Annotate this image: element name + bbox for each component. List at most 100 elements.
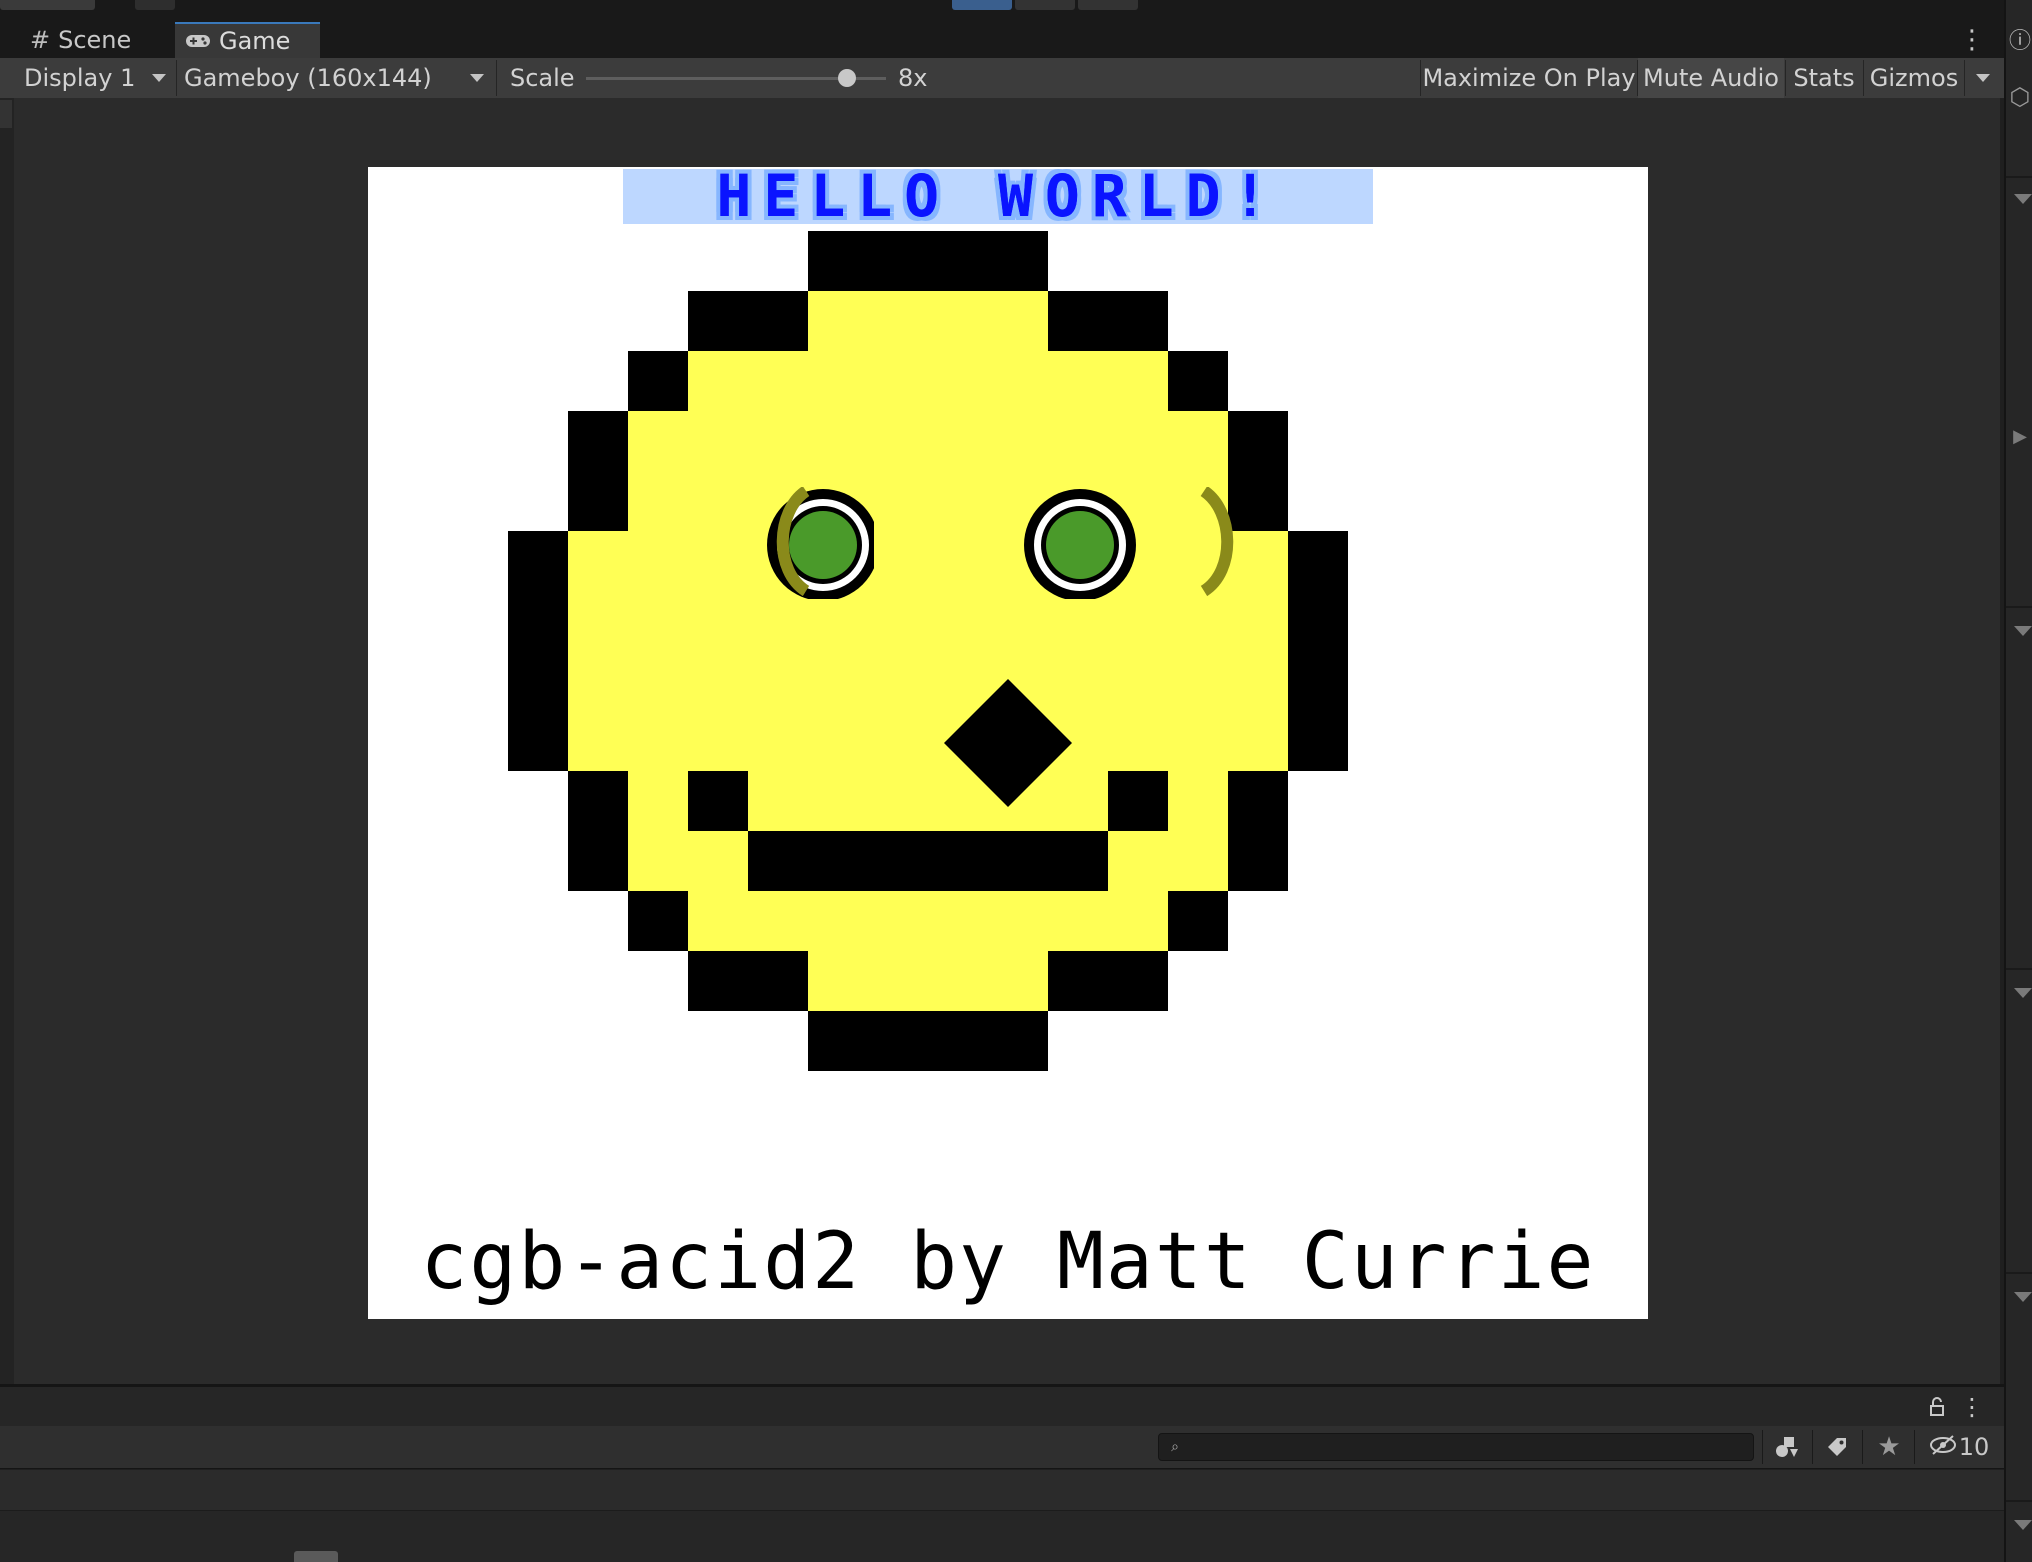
left-eyebrow: [776, 487, 810, 597]
maximize-on-play-toggle[interactable]: Maximize On Play: [1422, 58, 1636, 98]
lock-icon[interactable]: [1925, 1393, 1949, 1421]
gizmos-dropdown[interactable]: [1965, 58, 2001, 98]
face-outline-block: [808, 231, 1048, 291]
star-icon[interactable]: ★: [1872, 1432, 1906, 1462]
cube-icon[interactable]: ⬡: [2008, 80, 2032, 114]
face-outline-block: [1168, 351, 1228, 411]
play-button[interactable]: [952, 0, 1012, 10]
info-icon[interactable]: ⓘ: [2008, 24, 2032, 54]
face-fill-block: [628, 771, 688, 831]
face-outline-block: [1288, 711, 1348, 771]
step-button[interactable]: [1078, 0, 1138, 10]
hidden-objects-toggle[interactable]: 10: [1922, 1432, 1996, 1462]
face-fill-block: [688, 891, 1168, 951]
face-outline-block: [808, 1011, 1048, 1071]
face-fill-block: [628, 471, 1228, 531]
left-scroll-handle[interactable]: [0, 100, 12, 128]
face-outline-block: [508, 651, 568, 711]
filter-by-type-icon[interactable]: [1770, 1432, 1804, 1462]
credit-text: cgb-acid2 by Matt Currie: [420, 1217, 1596, 1307]
face-outline-block: [1168, 891, 1228, 951]
face-fill-block: [688, 351, 1168, 411]
right-dock-panel: ⓘ ⬡ ▶: [2004, 0, 2032, 1562]
face-outline-block: [1048, 951, 1168, 1011]
face-outline-block: [1048, 291, 1168, 351]
gizmos-toggle[interactable]: Gizmos: [1864, 58, 1964, 98]
collapse-arrow-icon[interactable]: [2014, 988, 2032, 998]
pause-button[interactable]: [1015, 0, 1075, 10]
more-options-icon[interactable]: ⋮: [1960, 1393, 1984, 1421]
face-outline-block: [1288, 531, 1348, 591]
collapse-arrow-icon[interactable]: [2014, 1292, 2032, 1302]
mute-audio-toggle[interactable]: Mute Audio: [1638, 58, 1784, 98]
face-fill-block: [568, 711, 1288, 771]
resolution-dropdown-value: Gameboy (160x144): [184, 64, 432, 92]
bottom-panel-header: ⋮: [0, 1384, 2004, 1429]
tab-bar: # Scene Game ⋮: [0, 20, 2004, 59]
face-fill-block: [568, 591, 1288, 651]
face-fill-block: [568, 651, 1288, 711]
face-outline-block: [688, 951, 808, 1011]
stats-toggle[interactable]: Stats: [1786, 58, 1862, 98]
hash-grid-icon: #: [30, 26, 51, 54]
strip-button-left[interactable]: [0, 0, 95, 10]
face-outline-block: [1228, 411, 1288, 471]
tag-icon[interactable]: [1820, 1432, 1854, 1462]
display-dropdown[interactable]: Display 1: [14, 58, 174, 98]
hierarchy-row: [0, 1470, 2004, 1511]
face-outline-block: [568, 411, 628, 471]
top-strip: [0, 0, 2032, 20]
display-dropdown-value: Display 1: [24, 64, 136, 92]
face-fill-block: [808, 291, 1048, 351]
chevron-down-icon: [152, 74, 166, 82]
face-fill-block: [628, 831, 748, 891]
face-outline-block: [568, 831, 628, 891]
mute-audio-label: Mute Audio: [1643, 64, 1779, 92]
scale-value: 8x: [898, 64, 928, 92]
hierarchy-toolbar: ⌕ ★ 10: [0, 1426, 2004, 1469]
search-input[interactable]: ⌕: [1158, 1433, 1754, 1461]
face-outline-block: [568, 771, 628, 831]
search-icon: ⌕: [1171, 1439, 1179, 1455]
face-outline-block: [1288, 651, 1348, 711]
face-outline-block: [508, 531, 568, 591]
face-outline-block: [568, 471, 628, 531]
chevron-down-icon: [470, 74, 484, 82]
resolution-dropdown[interactable]: Gameboy (160x144): [178, 58, 494, 98]
hidden-count: 10: [1958, 1433, 1990, 1461]
face-fill-block: [568, 531, 1288, 591]
collapse-arrow-icon[interactable]: [2014, 194, 2032, 204]
hello-world-title: HELLO WORLD!: [716, 161, 1280, 230]
nose: [944, 679, 1072, 807]
right-eyebrow: [1200, 487, 1234, 597]
tab-game-label: Game: [219, 27, 291, 55]
stats-label: Stats: [1793, 64, 1855, 92]
tab-game[interactable]: Game: [175, 22, 320, 58]
face-outline-block: [628, 351, 688, 411]
tab-scene-label: Scene: [58, 26, 132, 54]
scale-slider-thumb[interactable]: [838, 69, 856, 87]
face-outline-block: [748, 831, 1108, 891]
face-outline-block: [1288, 591, 1348, 651]
scale-label: Scale: [510, 64, 575, 92]
face-outline-block: [1228, 831, 1288, 891]
strip-button-2[interactable]: [135, 0, 175, 10]
expand-arrow-icon[interactable]: ▶: [2010, 424, 2030, 448]
tab-scene[interactable]: # Scene: [20, 22, 170, 58]
collapse-arrow-icon[interactable]: [2014, 626, 2032, 636]
face-fill-block: [808, 951, 1048, 1011]
maximize-on-play-label: Maximize On Play: [1422, 64, 1636, 92]
scroll-handle[interactable]: [294, 1551, 338, 1562]
collapse-arrow-icon[interactable]: [2014, 1520, 2032, 1530]
game-toolbar: Display 1 Gameboy (160x144) Scale 8x Max…: [0, 58, 2004, 99]
face-outline-block: [688, 771, 748, 831]
game-screen[interactable]: HELLO WORLD! cgb-acid2 by Matt Currie: [368, 161, 1648, 1319]
face-fill-block: [1108, 831, 1228, 891]
more-options-icon[interactable]: ⋮: [1959, 25, 1985, 55]
scale-control: Scale 8x: [498, 58, 1098, 98]
gizmos-label: Gizmos: [1869, 64, 1959, 92]
chevron-down-icon: [1976, 74, 1990, 82]
face-outline-block: [688, 291, 808, 351]
gamepad-icon: [185, 27, 211, 55]
right-eye: [1024, 489, 1136, 599]
